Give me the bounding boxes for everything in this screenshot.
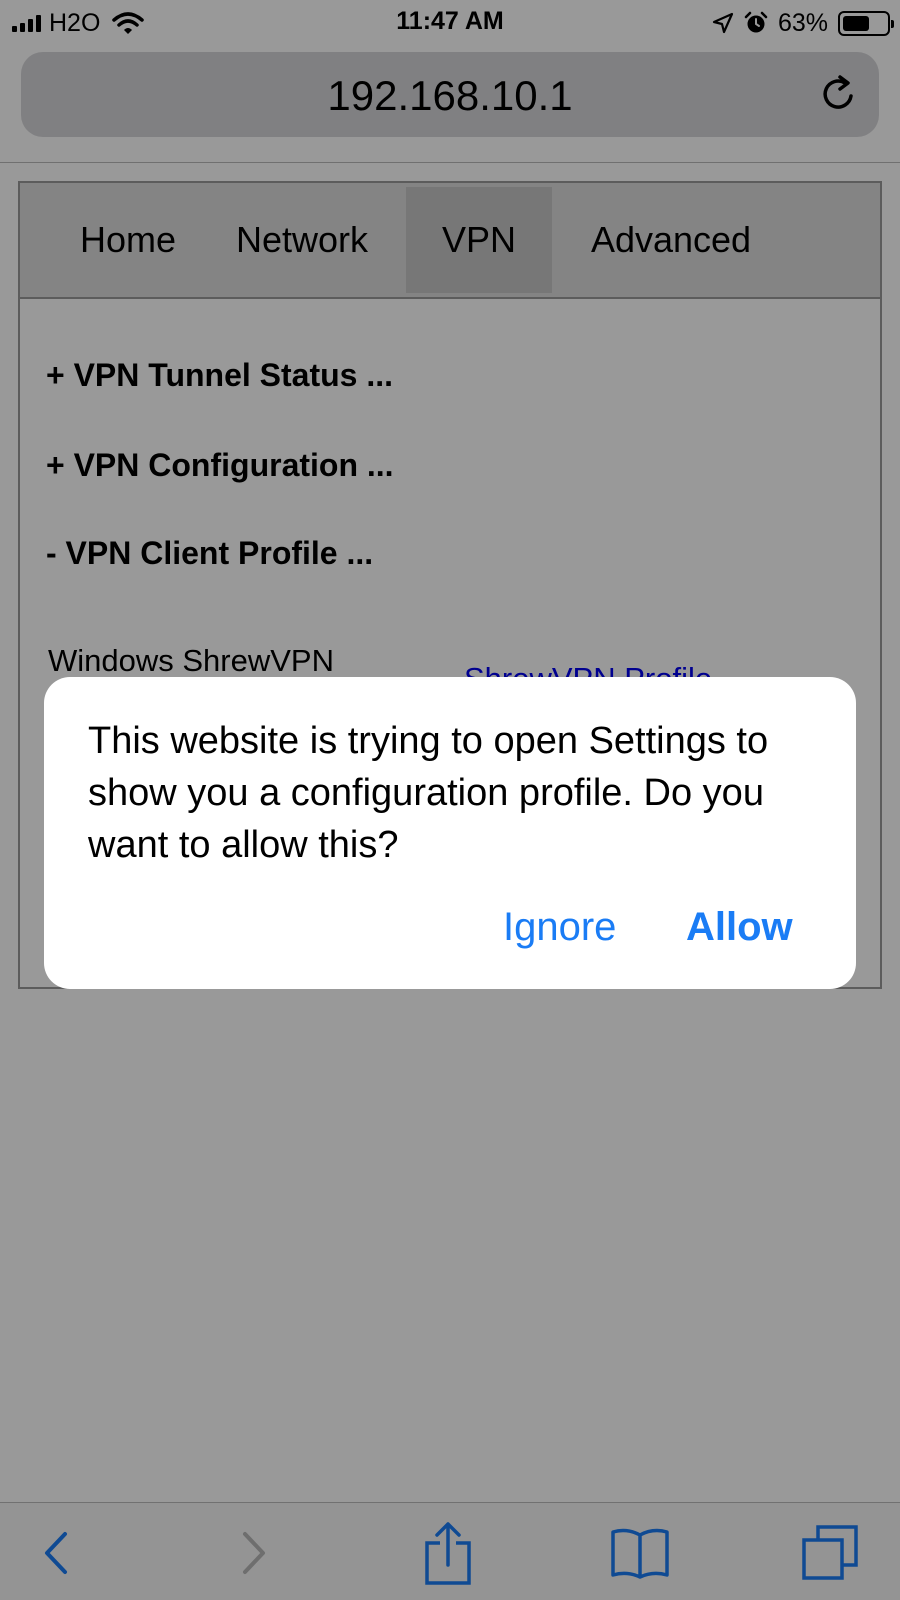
allow-button[interactable]: Allow — [686, 905, 793, 950]
alert-message: This website is trying to open Settings … — [88, 720, 769, 866]
ignore-button[interactable]: Ignore — [503, 905, 616, 950]
allow-settings-alert: This website is trying to open Settings … — [44, 677, 856, 989]
